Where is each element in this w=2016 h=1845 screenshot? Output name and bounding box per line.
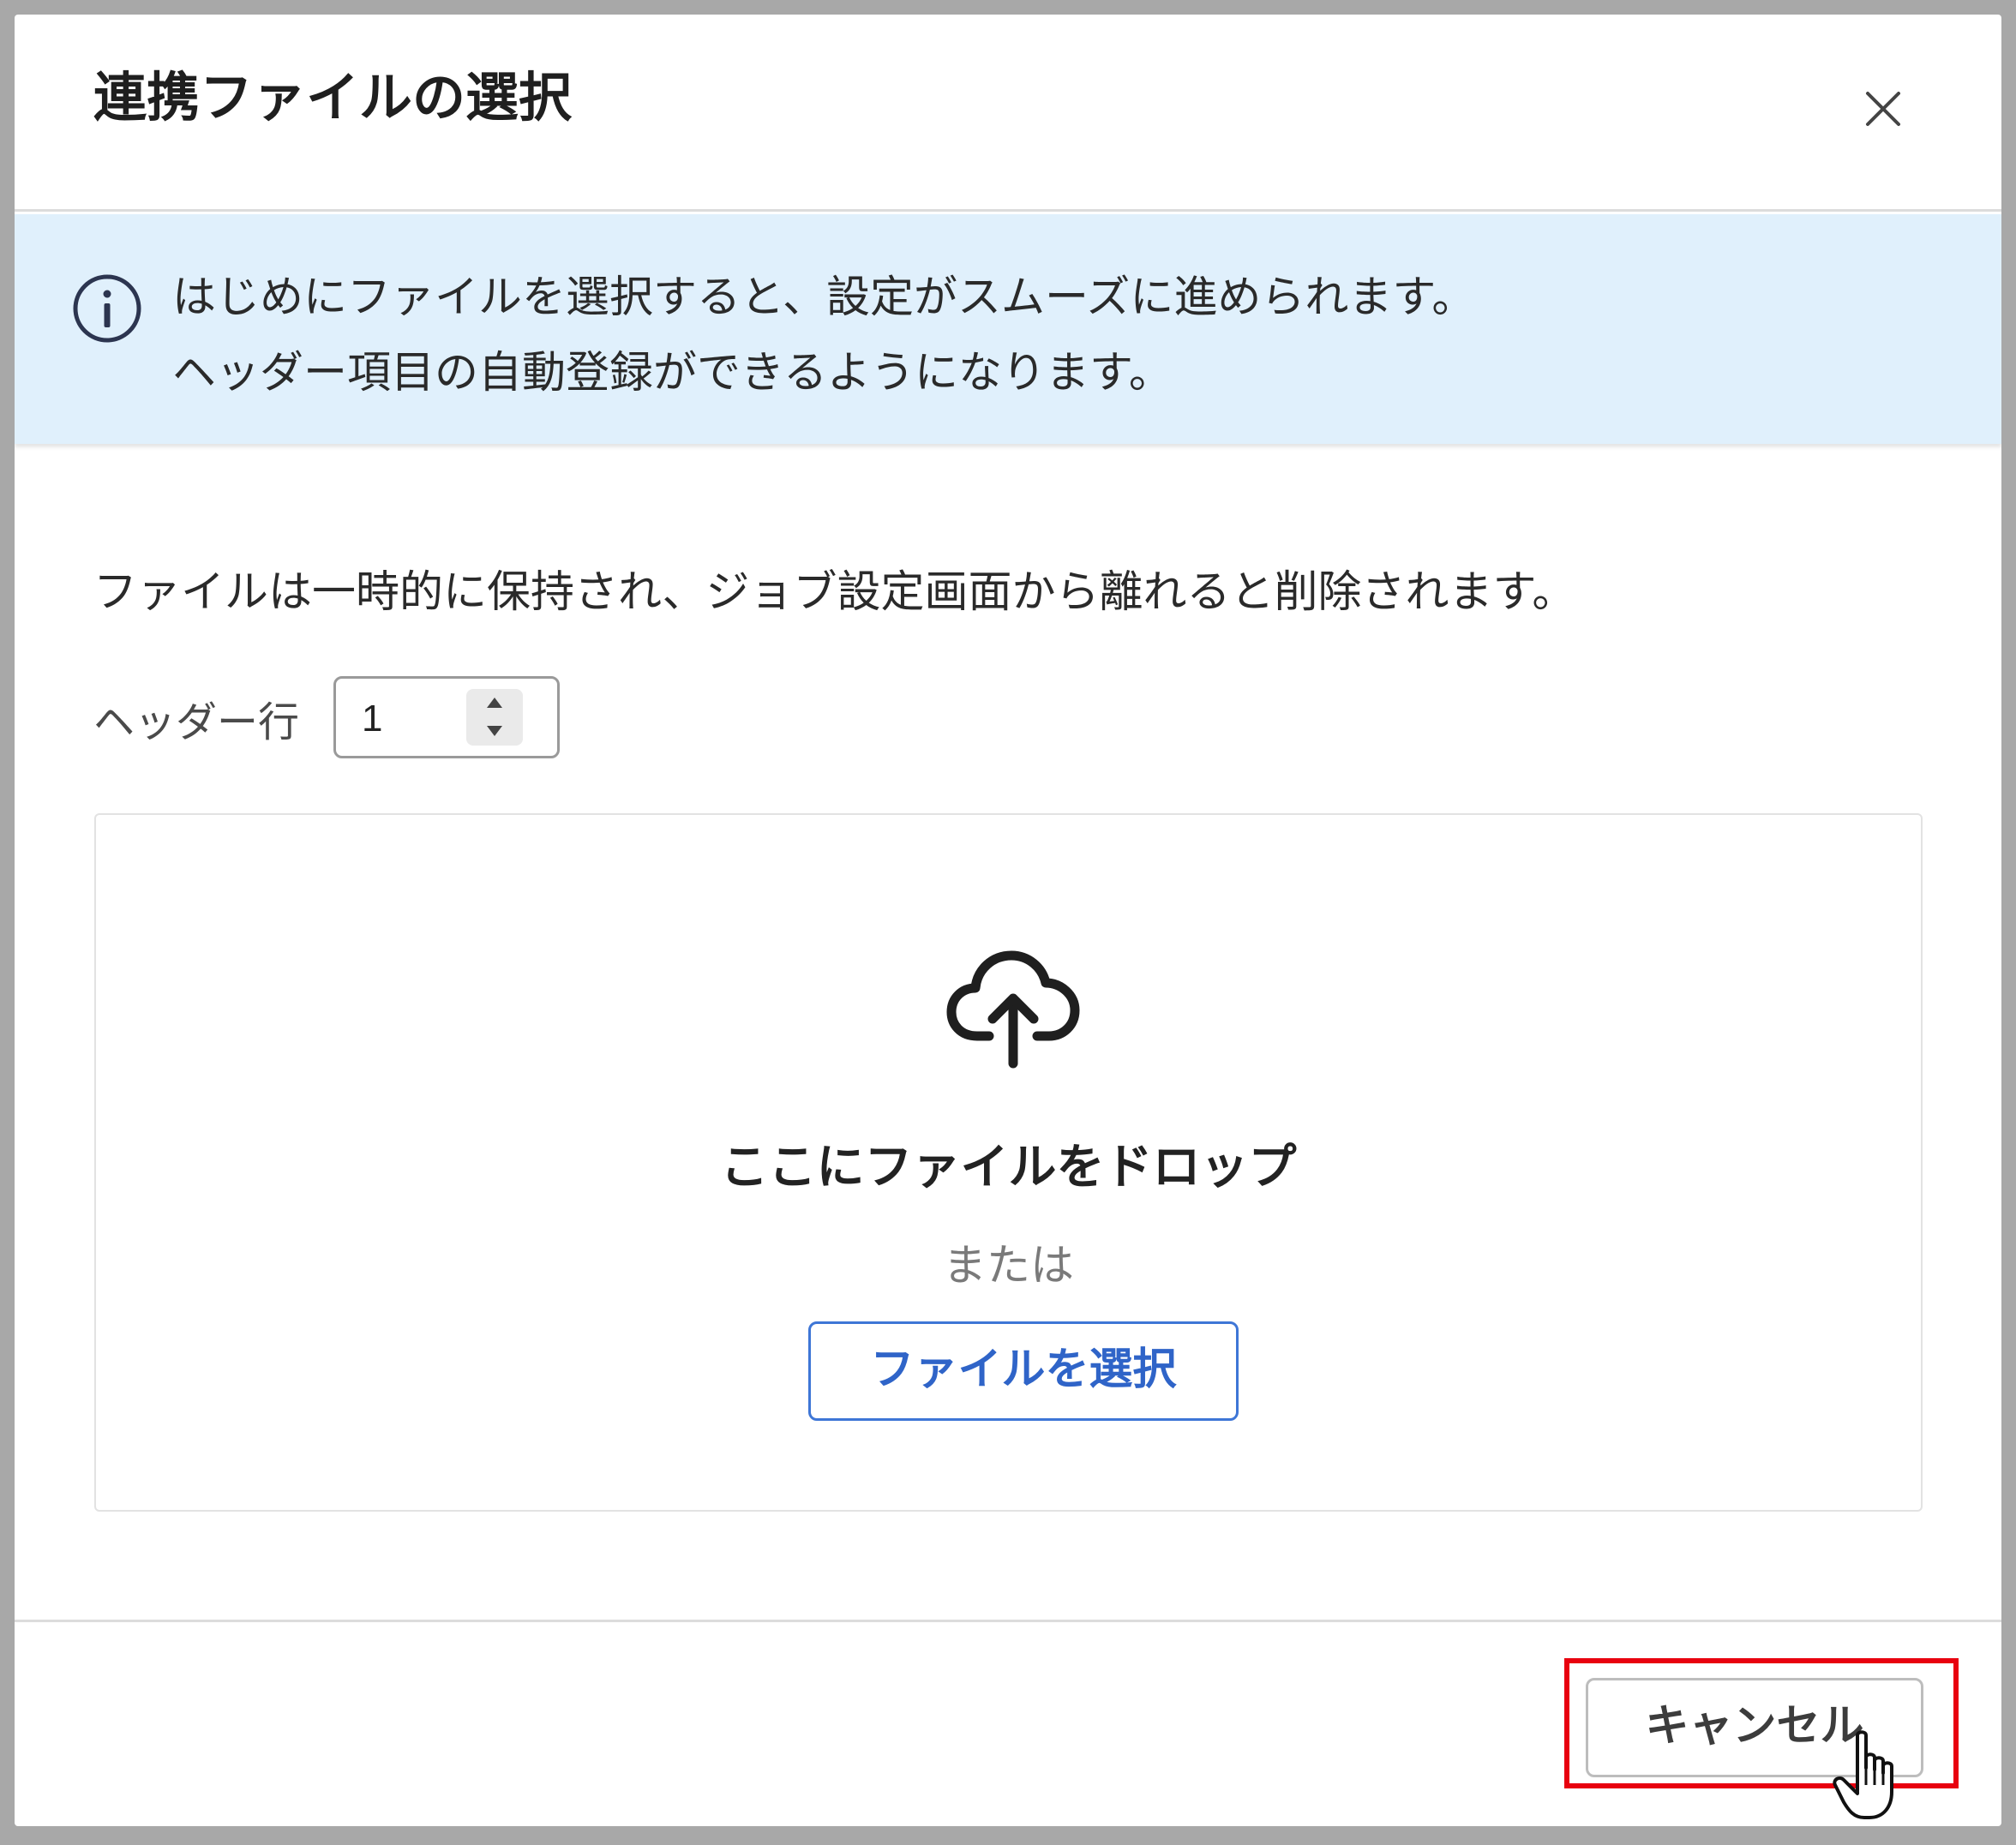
drop-zone-title: ここにファイルをドロップ bbox=[720, 1140, 1297, 1195]
footer-divider bbox=[15, 1620, 2001, 1622]
file-select-dialog: 連携ファイルの選択 はじめにファイルを選択すると、設定がスムーズに進められます。… bbox=[15, 15, 2001, 1826]
info-icon bbox=[73, 274, 141, 343]
cloud-upload-icon bbox=[946, 950, 1080, 1069]
drop-zone-or-text: または bbox=[942, 1241, 1074, 1291]
stepper-arrows bbox=[466, 689, 523, 746]
info-banner: はじめにファイルを選択すると、設定がスムーズに進められます。 ヘッダー項目の自動… bbox=[15, 214, 2001, 444]
info-line-2: ヘッダー項目の自動登録ができるようになります。 bbox=[172, 348, 1173, 398]
hand-cursor-icon bbox=[1833, 1730, 1893, 1819]
stepper-down-arrow-icon[interactable] bbox=[466, 717, 523, 746]
file-drop-zone[interactable]: ここにファイルをドロップ または ファイルを選択 bbox=[94, 813, 1923, 1512]
header-row-stepper[interactable]: 1 bbox=[333, 676, 560, 758]
info-message: はじめにファイルを選択すると、設定がスムーズに進められます。 ヘッダー項目の自動… bbox=[172, 261, 1475, 411]
stepper-up-arrow-icon[interactable] bbox=[466, 689, 523, 717]
dialog-title: 連携ファイルの選択 bbox=[93, 66, 573, 129]
header-row-label: ヘッダー行 bbox=[93, 698, 300, 746]
select-file-button[interactable]: ファイルを選択 bbox=[808, 1321, 1239, 1421]
info-line-1: はじめにファイルを選択すると、設定がスムーズに進められます。 bbox=[172, 273, 1476, 323]
retention-notice: ファイルは一時的に保持され、ジョブ設定画面から離れると削除されます。 bbox=[93, 567, 1576, 618]
header-row-value[interactable]: 1 bbox=[362, 698, 382, 740]
close-button[interactable] bbox=[1857, 83, 1909, 135]
dialog-header: 連携ファイルの選択 bbox=[15, 15, 2001, 212]
close-icon bbox=[1866, 92, 1900, 126]
